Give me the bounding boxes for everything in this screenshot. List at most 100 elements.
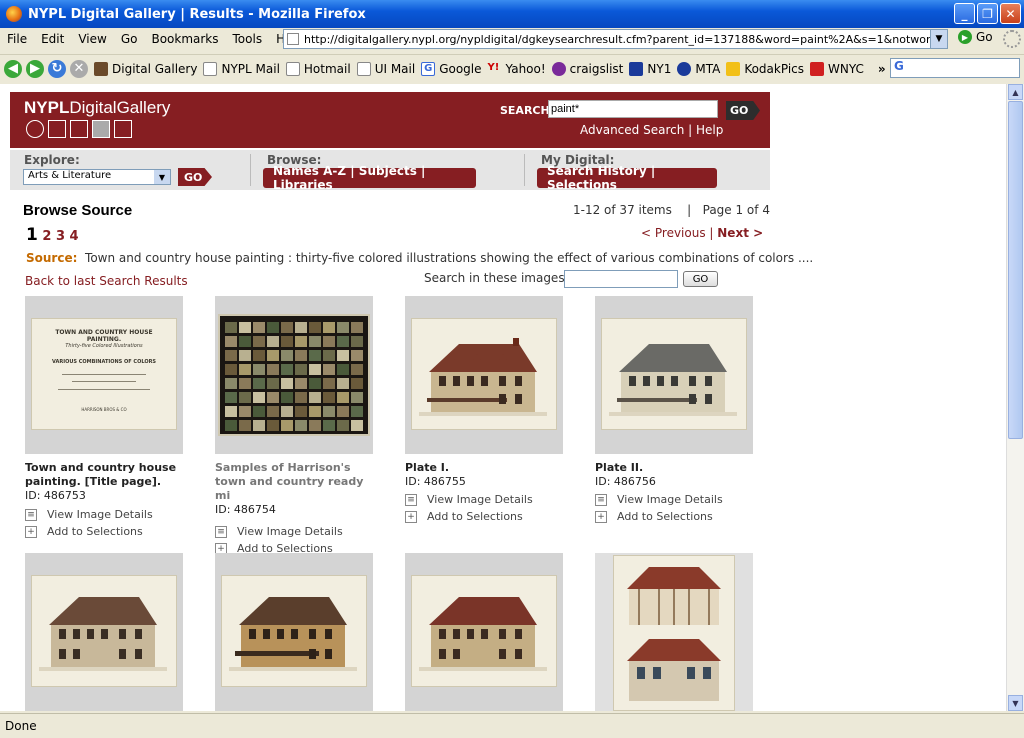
bookmark-google[interactable]: G Google (421, 61, 482, 76)
site-search-input[interactable] (548, 100, 718, 118)
bookmark-kodakpics[interactable]: KodakPics (726, 61, 804, 76)
search-images-input[interactable] (564, 270, 678, 288)
thumbnail-plate[interactable] (405, 553, 563, 711)
thumbnail-title-page[interactable]: TOWN AND COUNTRY HOUSE PAINTING. Thirty-… (25, 296, 183, 454)
thumbnail-plate[interactable] (25, 553, 183, 711)
house-illustration (39, 597, 167, 671)
color-swatch (337, 336, 349, 347)
view-details-link[interactable]: ≡ View Image Details (405, 493, 565, 506)
add-selection-label: Add to Selections (47, 525, 143, 538)
color-swatch (309, 406, 321, 417)
maximize-button[interactable]: ❐ (977, 3, 998, 24)
mydigital-links[interactable]: Search History | Selections (537, 164, 717, 192)
menu-edit[interactable]: Edit (34, 32, 71, 46)
tile-view-icon[interactable] (114, 120, 132, 138)
previous-link[interactable]: < Previous (641, 226, 706, 240)
grid-view-icon[interactable] (92, 120, 110, 138)
link-separator: | (684, 123, 696, 137)
bookmark-digital-gallery[interactable]: Digital Gallery (94, 61, 197, 76)
color-swatch (267, 392, 279, 403)
view-details-link[interactable]: ≡ View Image Details (215, 525, 375, 538)
more-bookmarks-icon[interactable]: » (878, 62, 886, 76)
item-title[interactable]: Plate II. (595, 461, 755, 475)
browser-go-button[interactable]: ▶ Go (958, 30, 993, 44)
page-viewport: NYPLDigitalGallery SEARCH: GO Advanced S… (0, 84, 1006, 711)
bookmark-yahoo[interactable]: Y! Yahoo! (488, 62, 546, 76)
chevron-down-icon: ▼ (154, 170, 170, 184)
scroll-down-icon[interactable]: ▼ (1008, 695, 1023, 711)
search-images-go-button[interactable]: GO (683, 271, 718, 287)
color-swatch (281, 350, 293, 361)
bookmark-label: craigslist (569, 61, 624, 76)
bookmark-mta[interactable]: MTA (677, 61, 720, 76)
scroll-thumb[interactable] (1008, 101, 1023, 439)
site-search-go-button[interactable]: GO (726, 101, 760, 120)
color-swatch (337, 378, 349, 389)
advanced-search-link[interactable]: Advanced Search (580, 123, 684, 137)
thumbnail-plate[interactable] (215, 553, 373, 711)
bookmark-hotmail[interactable]: Hotmail (285, 61, 351, 76)
color-swatch (337, 392, 349, 403)
color-swatch (309, 420, 321, 431)
window-titlebar: NYPL Digital Gallery | Results - Mozilla… (0, 0, 1024, 28)
forward-icon[interactable]: ▶ (26, 59, 44, 78)
url-bar[interactable]: http://digitalgallery.nypl.org/nypldigit… (283, 29, 947, 49)
reload-icon[interactable]: ↻ (48, 59, 66, 78)
back-icon[interactable]: ◀ (4, 59, 22, 78)
item-title[interactable]: Town and country house painting. [Title … (25, 461, 185, 489)
minimize-button[interactable]: _ (954, 3, 975, 24)
color-swatch (281, 322, 293, 333)
page-links[interactable]: 2 3 4 (42, 229, 78, 244)
next-link[interactable]: Next > (717, 226, 763, 240)
menu-view[interactable]: View (71, 32, 113, 46)
bookmark-ui-mail[interactable]: UI Mail (356, 61, 415, 76)
menu-tools[interactable]: Tools (226, 32, 270, 46)
explore-go-button[interactable]: GO (178, 168, 212, 186)
color-swatch (295, 378, 307, 389)
menu-go[interactable]: Go (114, 32, 145, 46)
explore-select[interactable]: Arts & Literature ▼ (23, 169, 171, 185)
thumbnail-plate[interactable] (595, 553, 753, 711)
view-details-link[interactable]: ≡ View Image Details (595, 493, 755, 506)
color-swatch (351, 392, 363, 403)
color-swatch (337, 350, 349, 361)
item-title[interactable]: Plate I. (405, 461, 565, 475)
bookmark-ny1[interactable]: NY1 (629, 61, 671, 76)
bookmark-craigslist[interactable]: craigslist (551, 61, 624, 76)
scroll-up-icon[interactable]: ▲ (1008, 84, 1023, 100)
result-card: Plate II. ID: 486756 ≡ View Image Details… (595, 296, 755, 523)
thumbnail-plate-i[interactable] (405, 296, 563, 454)
stop-icon[interactable]: ✕ (70, 59, 88, 78)
color-swatch (239, 378, 251, 389)
menu-file[interactable]: File (0, 32, 34, 46)
result-card (595, 553, 755, 711)
menu-bookmarks[interactable]: Bookmarks (144, 32, 225, 46)
url-dropdown-icon[interactable]: ▼ (930, 29, 948, 49)
explore-value: Arts & Literature (28, 170, 112, 181)
thumbnail-plate-ii[interactable] (595, 296, 753, 454)
view-details-link[interactable]: ≡ View Image Details (25, 508, 185, 521)
close-button[interactable]: ✕ (1000, 3, 1021, 24)
result-card: Samples of Harrison's town and country r… (215, 296, 375, 555)
site-logo[interactable]: NYPLDigitalGallery (24, 98, 170, 118)
help-link[interactable]: Help (696, 123, 723, 137)
bookmark-wnyc[interactable]: WNYC (810, 61, 864, 76)
back-to-results-link[interactable]: Back to last Search Results (25, 274, 188, 288)
add-selection-link[interactable]: + Add to Selections (25, 525, 185, 538)
view-details-label: View Image Details (427, 493, 533, 506)
browser-search-box[interactable]: G (890, 58, 1020, 78)
page-scrollbar[interactable]: ▲ ▼ (1006, 84, 1024, 711)
add-selection-link[interactable]: + Add to Selections (405, 510, 565, 523)
color-swatch (225, 378, 237, 389)
bookmark-label: NYPL Mail (221, 61, 280, 76)
list-view-icon[interactable] (70, 120, 88, 138)
color-swatch (253, 336, 265, 347)
bookmark-nypl-mail[interactable]: NYPL Mail (203, 61, 280, 76)
zoom-view-icon[interactable] (26, 120, 44, 138)
browse-links[interactable]: Names A-Z | Subjects | Libraries (263, 164, 476, 192)
item-title[interactable]: Samples of Harrison's town and country r… (215, 461, 375, 503)
add-selection-link[interactable]: + Add to Selections (595, 510, 755, 523)
edit-view-icon[interactable] (48, 120, 66, 138)
result-card (215, 553, 375, 711)
thumbnail-color-samples[interactable] (215, 296, 373, 454)
